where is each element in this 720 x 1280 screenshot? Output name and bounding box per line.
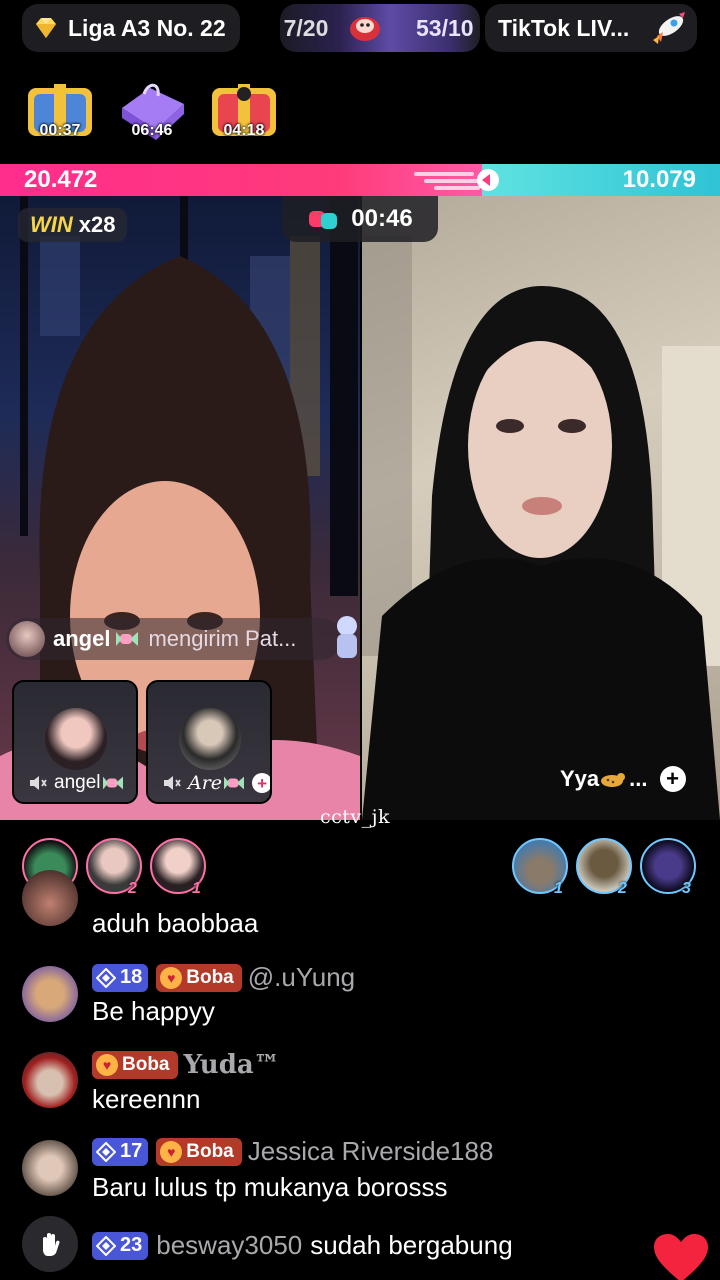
guest-name: angel	[54, 772, 101, 793]
chat-username[interactable]: @.uYung	[248, 962, 355, 993]
watermark: cctv_jk	[320, 806, 391, 828]
viewer-rank: 2	[128, 880, 137, 897]
chat-avatar[interactable]	[22, 1140, 78, 1196]
follow-guest-button[interactable]: +	[252, 773, 270, 793]
right-host-label: Yya ... +	[560, 766, 686, 792]
chest-timer: 00:37	[39, 122, 81, 139]
gift-message: mengirim Pat...	[148, 626, 297, 651]
boba-badge: ♥ Boba	[92, 1051, 178, 1079]
muted-speaker-icon	[164, 776, 181, 790]
leopard-icon	[601, 773, 626, 787]
heart-icon: ♥	[160, 966, 183, 989]
join-text: sudah bergabung	[310, 1230, 513, 1260]
rocket-icon	[653, 12, 685, 44]
league-label: Liga A3 No. 22	[68, 14, 226, 41]
heart-icon: ♥	[160, 1140, 183, 1163]
guest-label: angel	[28, 772, 125, 794]
host-right-figure	[362, 236, 720, 820]
level-diamond-icon	[96, 1141, 116, 1162]
chat-badges: 17 ♥ Boba Jessica Riverside188	[92, 1136, 493, 1167]
candy-icon	[116, 632, 139, 646]
treasure-chest-1[interactable]: 00:37	[22, 74, 98, 146]
top-viewer-right-2[interactable]: 2	[576, 838, 632, 897]
chat-badges: 18 ♥ Boba @.uYung	[92, 962, 355, 993]
viewer-rank: 2	[618, 880, 627, 897]
top-viewer-left-1[interactable]: 1	[150, 838, 206, 897]
follow-host-button[interactable]: +	[659, 766, 686, 792]
ranking-badge-icon	[350, 17, 380, 41]
top-viewer-left-2[interactable]: 2	[86, 838, 142, 897]
gift-sender-avatar	[9, 621, 45, 657]
win-streak-badge: WIN x28	[18, 208, 128, 242]
battle-timer-text: 00:46	[351, 205, 413, 232]
viewer-rank: 1	[554, 880, 563, 897]
top-viewer-right-3[interactable]: 3	[640, 838, 696, 897]
heart-icon: ♥	[96, 1054, 118, 1076]
boxing-gloves-icon	[309, 211, 338, 229]
viewer-rank: 3	[682, 880, 691, 897]
like-heart-button[interactable]	[652, 1232, 710, 1280]
gift-sender-name: angel	[53, 626, 111, 651]
wave-avatar	[22, 1216, 78, 1272]
guest-slot-2[interactable]: Are +	[146, 680, 272, 804]
chat-text: kereennn	[92, 1084, 201, 1114]
chat-avatar[interactable]	[22, 1052, 78, 1108]
chat-avatar[interactable]	[22, 966, 78, 1022]
battle-score-bar: 20.472 10.079	[0, 164, 720, 196]
chat-avatar[interactable]	[22, 870, 78, 926]
viewer-rank: 1	[192, 880, 201, 897]
diamond-icon	[36, 18, 56, 38]
rank-left-count: 7/20	[283, 14, 329, 41]
chat-username[interactable]: Yuda™	[184, 1050, 280, 1080]
rank-right-count: 53/10	[416, 14, 474, 41]
guest-name: Are	[188, 772, 223, 794]
chat-text: aduh baobbaa	[92, 908, 259, 938]
gift-notification: angel mengirim Pat...	[6, 618, 342, 660]
right-host-name: Yya	[560, 766, 600, 791]
chat-text: Be happyy	[92, 996, 215, 1026]
level-badge: 17	[92, 1137, 149, 1166]
guest-avatar	[45, 708, 107, 770]
live-title: TikTok LIV...	[498, 14, 630, 41]
chat-username[interactable]: Jessica Riverside188	[248, 1136, 494, 1167]
level-diamond-icon	[96, 1235, 116, 1256]
guest-label: Are +	[162, 772, 270, 794]
candy-icon	[102, 776, 123, 790]
guest-avatar	[179, 708, 241, 770]
score-right: 10.079	[622, 166, 696, 193]
waving-hand-icon	[43, 1233, 60, 1256]
level-diamond-icon	[96, 967, 116, 988]
chat-username[interactable]: besway3050	[156, 1230, 302, 1261]
treasure-chest-3[interactable]: 04:18	[206, 74, 282, 146]
chest-timer: 06:46	[131, 122, 173, 139]
treasure-chest-2[interactable]: 06:46	[114, 74, 190, 146]
candy-icon	[224, 776, 245, 790]
league-rank-pill[interactable]: Liga A3 No. 22	[22, 4, 240, 52]
muted-speaker-icon	[30, 776, 47, 790]
chat-badges: 23 besway3050 sudah bergabung	[92, 1230, 513, 1261]
win-count: x28	[78, 212, 116, 237]
win-label: WIN	[30, 212, 73, 237]
chat-text: Baru lulus tp mukanya borosss	[92, 1172, 448, 1202]
battle-spark-icon	[414, 169, 499, 191]
boba-badge: ♥ Boba	[156, 1137, 242, 1166]
chest-timer: 04:18	[223, 122, 265, 139]
guest-slot-1[interactable]: angel	[12, 680, 138, 804]
level-badge: 18	[92, 963, 149, 992]
score-left: 20.472	[24, 166, 98, 193]
chat-badges: ♥ Boba Yuda™	[92, 1050, 280, 1080]
gift-sticker-icon	[337, 616, 357, 658]
battle-timer: 00:46	[282, 196, 438, 242]
ranking-pill[interactable]: 7/20 53/10	[280, 4, 480, 52]
top-bar: Liga A3 No. 22 7/20 53/10 TikTok LIV...	[0, 0, 720, 62]
boba-badge: ♥ Boba	[156, 963, 242, 992]
level-badge: 23	[92, 1231, 149, 1260]
live-ranking-pill[interactable]: TikTok LIV...	[485, 4, 697, 52]
top-viewer-right-1[interactable]: 1	[512, 838, 568, 897]
host-video-right[interactable]	[362, 196, 720, 820]
